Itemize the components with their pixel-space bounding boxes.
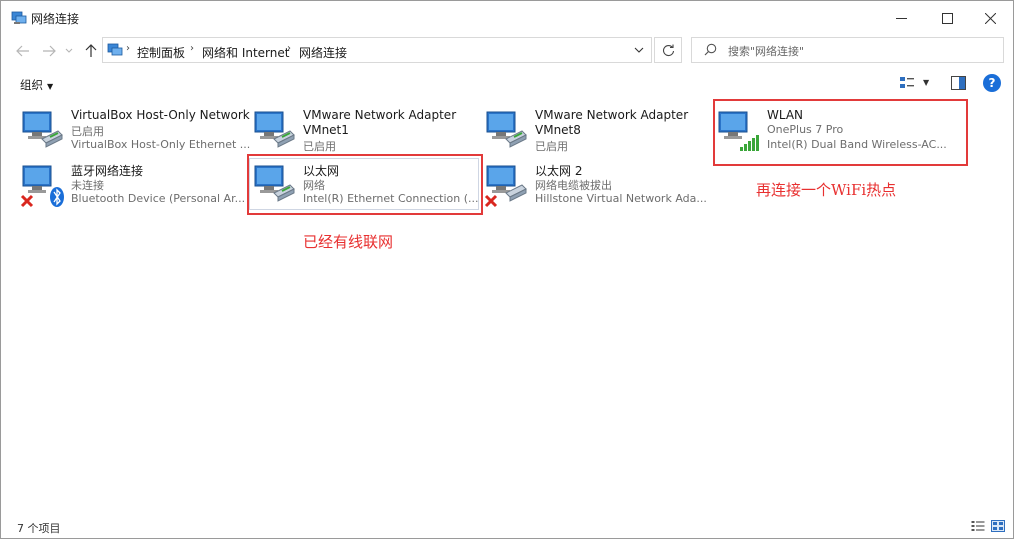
search-box[interactable] — [691, 37, 1004, 63]
refresh-icon — [662, 44, 674, 56]
chevron-down-icon — [65, 48, 73, 53]
search-input[interactable] — [726, 41, 1000, 61]
network-folder-icon — [107, 43, 123, 56]
refresh-button[interactable] — [654, 37, 682, 63]
list-item-bluetooth[interactable]: 蓝牙网络连接 未连接 Bluetooth Device (Personal Ar… — [20, 161, 252, 213]
list-item-vmnet8[interactable]: VMware Network Adapter VMnet8 已启用 — [484, 107, 716, 159]
preview-pane-icon[interactable] — [951, 76, 966, 90]
breadcrumb-separator-icon[interactable]: › — [287, 43, 291, 54]
list-item-vmnet1[interactable]: VMware Network Adapter VMnet1 已启用 — [252, 107, 484, 159]
item-name: VMware Network Adapter VMnet8 — [535, 108, 689, 137]
breadcrumb-separator-icon[interactable]: › — [126, 43, 130, 54]
connections-list: VirtualBox Host-Only Network 已启用 Virtual… — [1, 99, 1013, 515]
ethernet-disconnected-icon — [484, 165, 527, 208]
breadcrumb-control-panel[interactable]: 控制面板 — [137, 44, 185, 61]
up-arrow-icon — [85, 44, 97, 57]
item-status: 网络电缆被拔出 — [535, 179, 612, 192]
item-status: 已启用 — [71, 125, 104, 138]
minimize-button[interactable] — [878, 1, 924, 35]
network-adapter-icon — [486, 111, 527, 148]
left-arrow-icon — [16, 45, 29, 57]
details-view-icon[interactable] — [971, 520, 985, 532]
address-row: › 控制面板 › 网络和 Internet › 网络连接 — [1, 35, 1013, 67]
recent-locations-button[interactable] — [62, 41, 76, 61]
breadcrumb-network-internet[interactable]: 网络和 Internet — [202, 44, 289, 61]
close-button[interactable] — [967, 1, 1013, 35]
annotation-wifi-note: 再连接一个WiFi热点 — [756, 181, 897, 199]
annotation-box-ethernet — [247, 154, 483, 215]
list-item-ethernet-2[interactable]: 以太网 2 网络电缆被拔出 Hillstone Virtual Network … — [484, 161, 716, 213]
window-title: 网络连接 — [31, 12, 80, 26]
status-bar: 7 个项目 — [1, 515, 1013, 538]
item-status: 已启用 — [303, 140, 336, 153]
item-name: VMware Network Adapter VMnet1 — [303, 108, 457, 137]
annotation-ethernet-note: 已经有线联网 — [303, 233, 394, 251]
item-status: 未连接 — [71, 179, 104, 192]
view-options-caret-icon[interactable]: ▼ — [923, 78, 929, 87]
change-view-icon[interactable] — [899, 76, 915, 90]
item-device: VirtualBox Host-Only Ethernet ... — [71, 138, 251, 151]
maximize-button[interactable] — [924, 1, 970, 35]
list-item-virtualbox[interactable]: VirtualBox Host-Only Network 已启用 Virtual… — [20, 107, 252, 159]
right-arrow-icon — [43, 45, 56, 57]
annotation-box-wlan — [713, 99, 968, 166]
large-icons-view-icon[interactable] — [991, 520, 1005, 532]
back-button[interactable] — [13, 41, 33, 61]
organize-label: 组织 — [20, 78, 43, 92]
close-icon — [984, 12, 996, 24]
item-device: Bluetooth Device (Personal Ar... — [71, 192, 246, 205]
item-count: 7 个项目 — [17, 522, 61, 535]
address-history-button[interactable] — [631, 42, 647, 58]
up-button[interactable] — [81, 41, 101, 61]
breadcrumb-network-connections[interactable]: 网络连接 — [299, 44, 347, 61]
command-bar: 组织 ▼ ▼ ? — [1, 69, 1013, 99]
maximize-icon — [941, 12, 953, 24]
search-icon — [704, 43, 717, 56]
item-device: Hillstone Virtual Network Ada... — [535, 192, 707, 205]
breadcrumb-separator-icon[interactable]: › — [190, 43, 194, 54]
item-status: 已启用 — [535, 140, 568, 153]
forward-button[interactable] — [39, 41, 59, 61]
address-bar[interactable]: › 控制面板 › 网络和 Internet › 网络连接 — [102, 37, 652, 63]
title-bar: 网络连接 — [1, 1, 1013, 35]
explorer-window: 网络连接 › 控制面板 › 网络和 Internet › 网络连接 搜索"网络连… — [0, 0, 1014, 539]
item-name: VirtualBox Host-Only Network — [71, 108, 250, 122]
minimize-icon — [895, 17, 907, 19]
network-folder-icon — [11, 11, 27, 24]
network-adapter-icon — [254, 111, 295, 148]
caret-down-icon: ▼ — [47, 82, 54, 91]
bluetooth-adapter-icon — [20, 165, 64, 208]
network-adapter-icon — [22, 111, 63, 148]
help-button[interactable]: ? — [983, 74, 1001, 92]
organize-button[interactable]: 组织 ▼ — [20, 77, 53, 93]
chevron-down-icon — [634, 47, 644, 53]
